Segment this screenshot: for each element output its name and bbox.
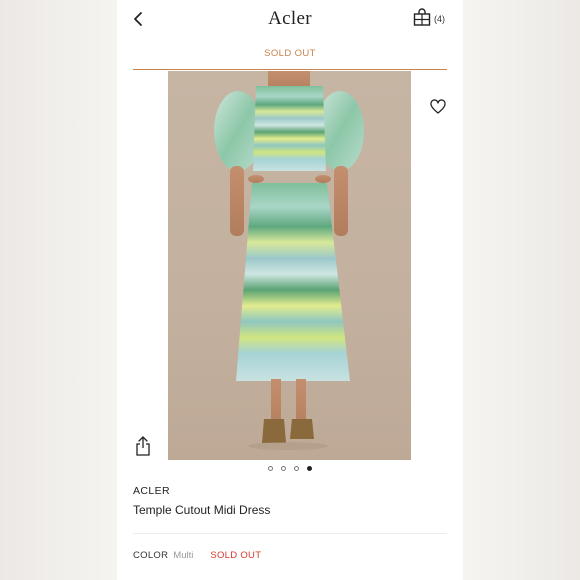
- heart-icon[interactable]: [430, 99, 446, 115]
- carousel-indicators: [117, 466, 463, 471]
- shopping-bag-icon: [412, 7, 432, 32]
- carousel-dot[interactable]: [281, 466, 286, 471]
- color-label: COLOR: [133, 550, 169, 561]
- banner-divider: [133, 69, 447, 70]
- carousel-dot[interactable]: [268, 466, 273, 471]
- product-name: Temple Cutout Midi Dress: [133, 503, 271, 517]
- product-screen: Acler (4) SOLD OUT ACLER Temple Cutout M…: [117, 0, 463, 580]
- product-brand[interactable]: ACLER: [133, 485, 170, 497]
- share-icon[interactable]: [135, 436, 151, 456]
- shopping-bag-button[interactable]: (4): [412, 7, 452, 32]
- bag-count: (4): [434, 14, 445, 24]
- color-sold-out-status: SOLD OUT: [210, 550, 262, 561]
- color-value: Multi: [173, 550, 194, 561]
- section-divider: [133, 533, 447, 534]
- sold-out-banner: SOLD OUT: [264, 48, 316, 59]
- carousel-dot-active[interactable]: [307, 466, 312, 471]
- background-right: [463, 0, 580, 580]
- product-image[interactable]: [168, 71, 411, 460]
- color-row: COLOR Multi SOLD OUT: [133, 550, 261, 561]
- background-left: [0, 0, 117, 580]
- carousel-dot[interactable]: [294, 466, 299, 471]
